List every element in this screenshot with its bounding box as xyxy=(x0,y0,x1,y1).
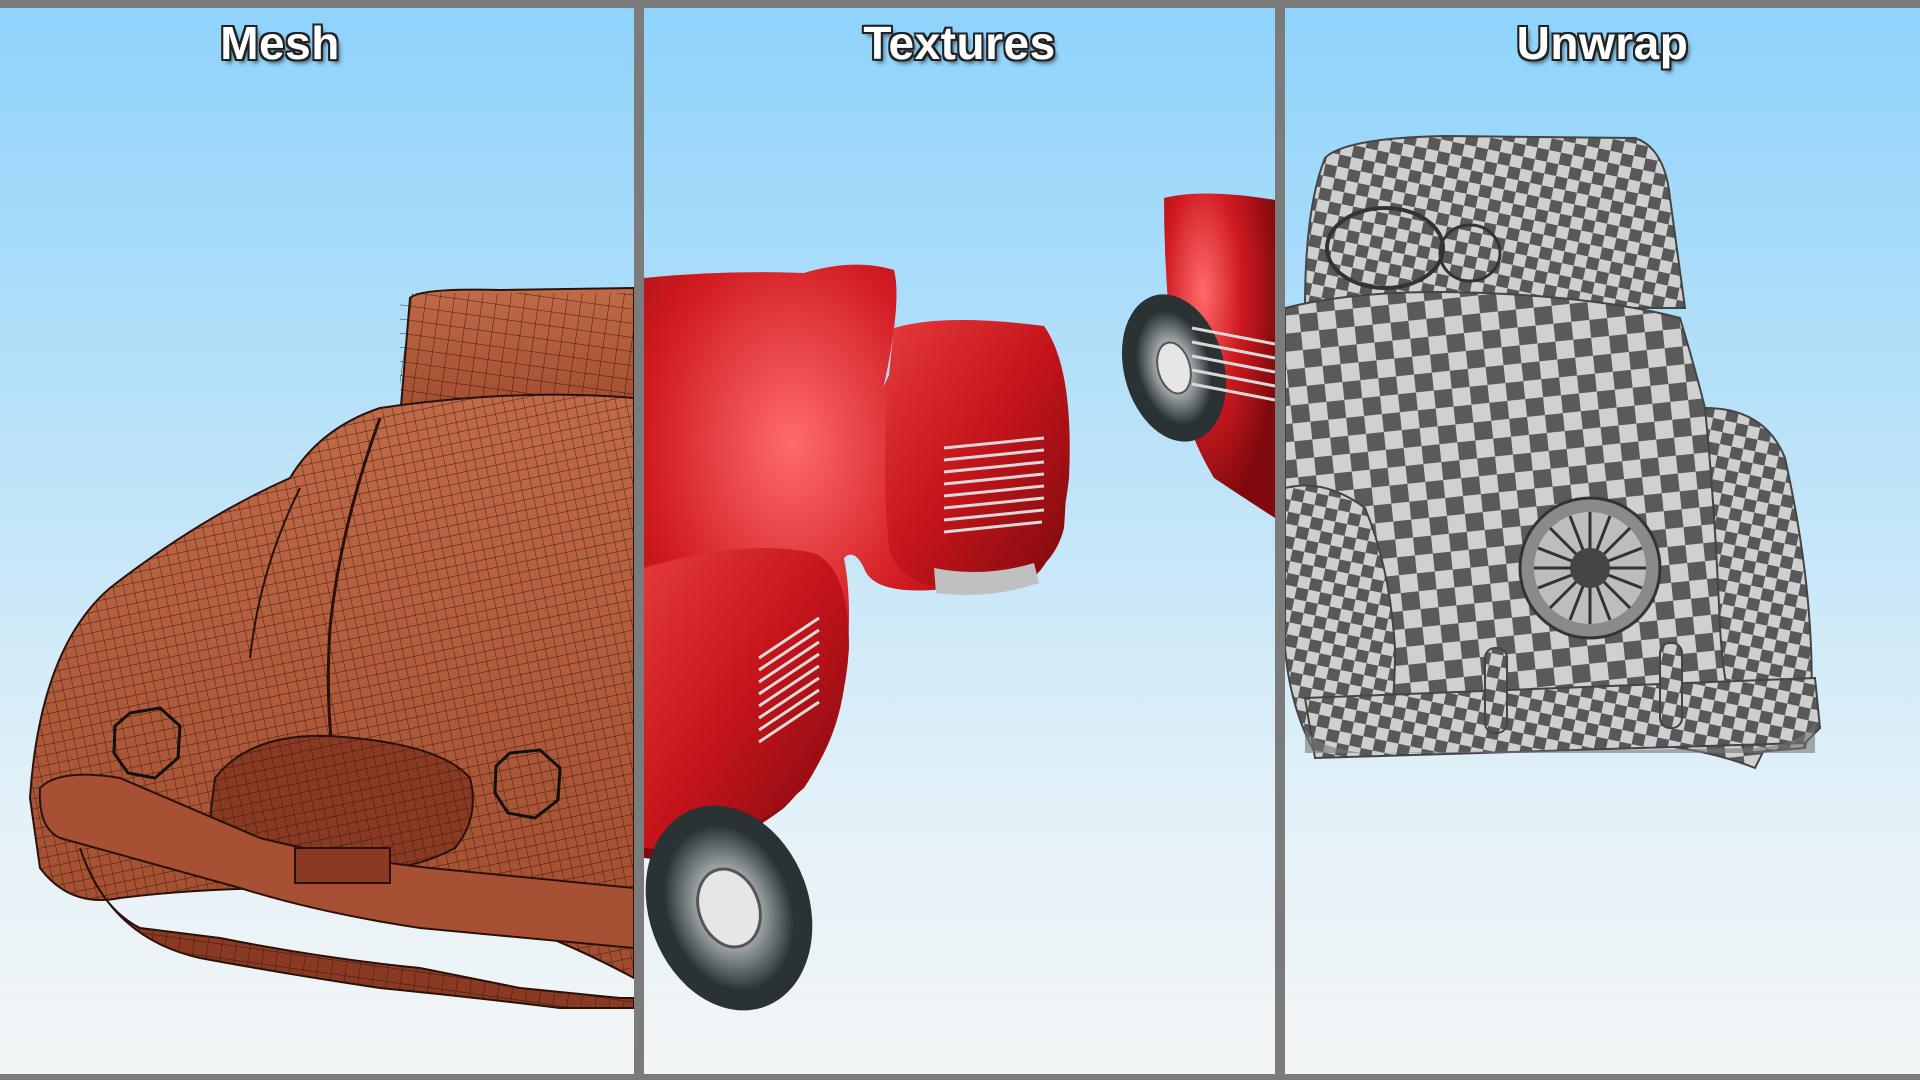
unwrap-panel: Unwrap xyxy=(1285,8,1920,1074)
comparison-frame: Mesh Textures Unwrap xyxy=(0,0,1920,1080)
rear-fender xyxy=(885,319,1070,588)
unwrap-grille xyxy=(1518,496,1662,640)
unwrap-title: Unwrap xyxy=(1516,17,1689,69)
mesh-title: Mesh xyxy=(220,17,340,69)
unwrap-car-render xyxy=(1285,134,1822,770)
textures-title: Textures xyxy=(863,17,1056,69)
textured-car-render xyxy=(644,193,1275,1011)
mesh-car-render xyxy=(28,286,634,1009)
textures-panel: Textures xyxy=(644,8,1275,1074)
mesh-panel: Mesh xyxy=(0,8,634,1074)
front-fender xyxy=(644,548,849,850)
unwrap-cabin xyxy=(1303,134,1687,309)
